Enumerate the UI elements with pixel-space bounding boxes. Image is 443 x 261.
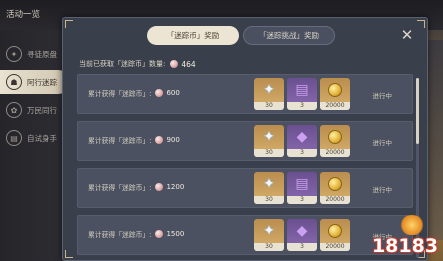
trail-coin-icon (155, 183, 164, 191)
reward-qty: 3 (287, 149, 317, 157)
row-label-text: 累计获得「迷踪币」: (88, 184, 152, 192)
mora-coin-icon (320, 125, 350, 149)
sidebar-item-compass[interactable]: ✦ 寻徒原盘 (0, 42, 70, 66)
sidebar-item-label: 寻徒原盘 (27, 49, 57, 59)
corner-ornament (65, 20, 73, 28)
tab-coin-rewards[interactable]: 「迷踪币」奖励 (147, 26, 239, 45)
reward-row: 累计获得「迷踪币」: 900 ✦ 30 ◆ 3 20000 进行中 (77, 121, 413, 161)
coin-count-line: 当前已获取「迷踪币」数量: 464 (79, 58, 196, 70)
status-label: 进行中 (372, 139, 393, 147)
sidebar-item-trial[interactable]: ▤ 自试身手 (0, 126, 70, 150)
reward-item[interactable]: ✦ 30 (254, 172, 284, 204)
book-icon: ▤ (295, 82, 309, 98)
book-icon: ▤ (295, 176, 309, 192)
close-button[interactable]: ✕ (399, 26, 415, 44)
row-threshold: 1500 (166, 230, 185, 238)
reward-qty: 20000 (320, 243, 350, 251)
reward-item[interactable]: 20000 (320, 172, 350, 204)
reward-row: 累计获得「迷踪币」: 1500 ✦ 30 ◆ 3 20000 进行中 (77, 215, 413, 255)
reward-items: ✦ 30 ◆ 3 20000 (254, 219, 350, 251)
status-label: 进行中 (372, 92, 393, 100)
sidebar-item-crowd[interactable]: ✿ 万民同行 (0, 98, 70, 122)
activity-overview-title: 活动一览 (6, 10, 41, 20)
reward-item[interactable]: 20000 (320, 78, 350, 110)
watermark-logo: 18183 (371, 221, 439, 257)
reward-row: 累计获得「迷踪币」: 600 ✦ 30 ▤ 3 20000 进行中 (77, 74, 413, 114)
reward-item[interactable]: ▤ 3 (287, 78, 317, 110)
row-label-text: 累计获得「迷踪币」: (88, 90, 152, 98)
reward-items: ✦ 30 ▤ 3 20000 (254, 78, 350, 110)
fan-icon: ✿ (6, 102, 22, 118)
trail-coin-icon (155, 89, 164, 97)
reward-row: 累计获得「迷踪币」: 1200 ✦ 30 ▤ 3 20000 进行中 (77, 168, 413, 208)
row-threshold: 600 (166, 89, 180, 97)
scrollbar-thumb[interactable] (416, 78, 419, 144)
primogem-star-icon: ✦ (263, 223, 275, 239)
reward-qty: 30 (254, 102, 284, 110)
ore-icon: ◆ (296, 223, 308, 239)
sidebar-item-label: 阿行迷踪 (27, 77, 57, 87)
reward-items: ✦ 30 ▤ 3 20000 (254, 172, 350, 204)
close-icon: ✕ (400, 26, 414, 44)
reward-qty: 20000 (320, 149, 350, 157)
trail-coin-icon (155, 230, 164, 238)
reward-item[interactable]: ✦ 30 (254, 125, 284, 157)
reward-item[interactable]: ◆ 3 (287, 219, 317, 251)
corner-ornament (417, 20, 425, 28)
row-label-text: 累计获得「迷踪币」: (88, 231, 152, 239)
mora-coin-icon (320, 172, 350, 196)
cat-mask-icon: ☗ (6, 74, 22, 90)
row-threshold: 900 (166, 136, 180, 144)
reward-qty: 30 (254, 243, 284, 251)
compass-icon: ✦ (6, 46, 22, 62)
coin-count-label: 当前已获取「迷踪币」数量: (79, 60, 166, 68)
coin-count-value: 464 (181, 59, 196, 69)
mora-coin-icon (320, 219, 350, 243)
mora-coin-icon (320, 78, 350, 102)
row-label-text: 累计获得「迷踪币」: (88, 137, 152, 145)
primogem-star-icon: ✦ (263, 176, 275, 192)
primogem-star-icon: ✦ (263, 129, 275, 145)
reward-item[interactable]: ✦ 30 (254, 78, 284, 110)
watermark-text: 18183 (371, 235, 439, 257)
reward-tabs: 「迷踪币」奖励 「迷踪挑战」奖励 (147, 26, 335, 46)
sidebar-item-label: 自试身手 (27, 133, 57, 143)
reward-qty: 20000 (320, 196, 350, 204)
reward-qty: 3 (287, 243, 317, 251)
sidebar: ✦ 寻徒原盘 ☗ 阿行迷踪 ✿ 万民同行 ▤ 自试身手 (0, 30, 70, 261)
reward-qty: 20000 (320, 102, 350, 110)
sidebar-item-label: 万民同行 (27, 105, 57, 115)
row-label: 累计获得「迷踪币」: 1500 (88, 229, 184, 239)
reward-items: ✦ 30 ◆ 3 20000 (254, 125, 350, 157)
tab-challenge-rewards[interactable]: 「迷踪挑战」奖励 (243, 26, 335, 45)
sidebar-item-trail[interactable]: ☗ 阿行迷踪 (0, 70, 70, 94)
status-label: 进行中 (372, 186, 393, 194)
row-label: 累计获得「迷踪币」: 900 (88, 135, 180, 145)
reward-item[interactable]: ▤ 3 (287, 172, 317, 204)
trail-coin-icon (170, 60, 179, 68)
row-threshold: 1200 (166, 183, 185, 191)
reward-item[interactable]: 20000 (320, 125, 350, 157)
reward-list[interactable]: 累计获得「迷踪币」: 600 ✦ 30 ▤ 3 20000 进行中 累计获得「迷… (77, 74, 417, 260)
reward-qty: 30 (254, 149, 284, 157)
reward-qty: 3 (287, 196, 317, 204)
primogem-star-icon: ✦ (263, 82, 275, 98)
reward-qty: 30 (254, 196, 284, 204)
row-label: 累计获得「迷踪币」: 1200 (88, 182, 184, 192)
reward-item[interactable]: 20000 (320, 219, 350, 251)
row-label: 累计获得「迷踪币」: 600 (88, 88, 180, 98)
reward-item[interactable]: ◆ 3 (287, 125, 317, 157)
reward-qty: 3 (287, 102, 317, 110)
trail-coin-icon (155, 136, 164, 144)
ore-icon: ◆ (296, 129, 308, 145)
corner-ornament (65, 250, 73, 258)
book-icon: ▤ (6, 130, 22, 146)
reward-item[interactable]: ✦ 30 (254, 219, 284, 251)
